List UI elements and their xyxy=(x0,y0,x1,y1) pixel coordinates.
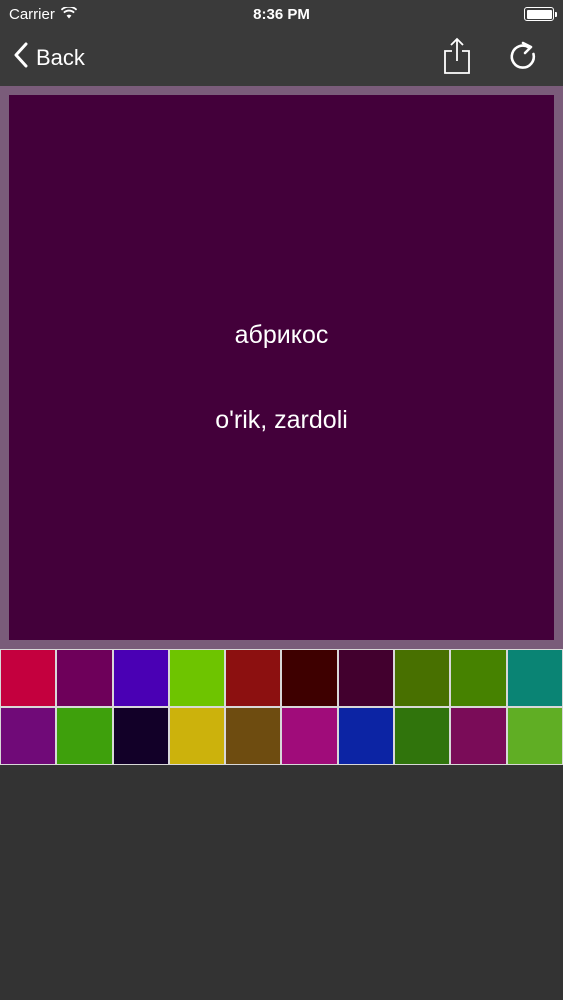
share-button[interactable] xyxy=(439,37,475,80)
battery-level xyxy=(526,9,552,19)
color-swatch[interactable] xyxy=(113,650,168,706)
color-swatch[interactable] xyxy=(282,708,337,764)
navigation-bar: Back xyxy=(0,30,563,86)
color-swatch[interactable] xyxy=(338,650,394,706)
status-bar: Carrier 8:36 PM xyxy=(0,0,563,30)
color-swatch[interactable] xyxy=(226,708,281,764)
color-swatch[interactable] xyxy=(282,650,337,706)
flash-card[interactable]: абрикос o'rik, zardoli xyxy=(9,95,554,640)
color-swatch[interactable] xyxy=(113,708,168,764)
share-icon xyxy=(443,37,471,80)
color-swatch[interactable] xyxy=(451,708,506,764)
color-swatch[interactable] xyxy=(226,650,281,706)
word-uzbek: o'rik, zardoli xyxy=(215,406,348,434)
battery-icon xyxy=(524,7,557,21)
refresh-icon xyxy=(509,41,537,76)
color-swatch[interactable] xyxy=(169,708,225,764)
color-swatch[interactable] xyxy=(507,650,562,706)
chevron-left-icon xyxy=(14,42,28,74)
color-swatch[interactable] xyxy=(57,708,112,764)
color-swatch[interactable] xyxy=(57,650,112,706)
back-label: Back xyxy=(36,45,85,70)
refresh-button[interactable] xyxy=(505,38,541,78)
word-russian: абрикос xyxy=(234,321,329,349)
color-swatch[interactable] xyxy=(395,708,450,764)
color-swatch[interactable] xyxy=(338,708,394,764)
status-time: 8:36 PM xyxy=(253,6,310,23)
color-swatch[interactable] xyxy=(169,650,225,706)
color-palette xyxy=(0,649,563,765)
card-frame: абрикос o'rik, zardoli xyxy=(0,86,563,649)
color-swatch[interactable] xyxy=(1,708,56,764)
back-button[interactable]: Back xyxy=(14,40,85,76)
color-swatch[interactable] xyxy=(507,708,562,764)
color-swatch[interactable] xyxy=(451,650,506,706)
color-swatch[interactable] xyxy=(395,650,450,706)
color-swatch[interactable] xyxy=(1,650,56,706)
